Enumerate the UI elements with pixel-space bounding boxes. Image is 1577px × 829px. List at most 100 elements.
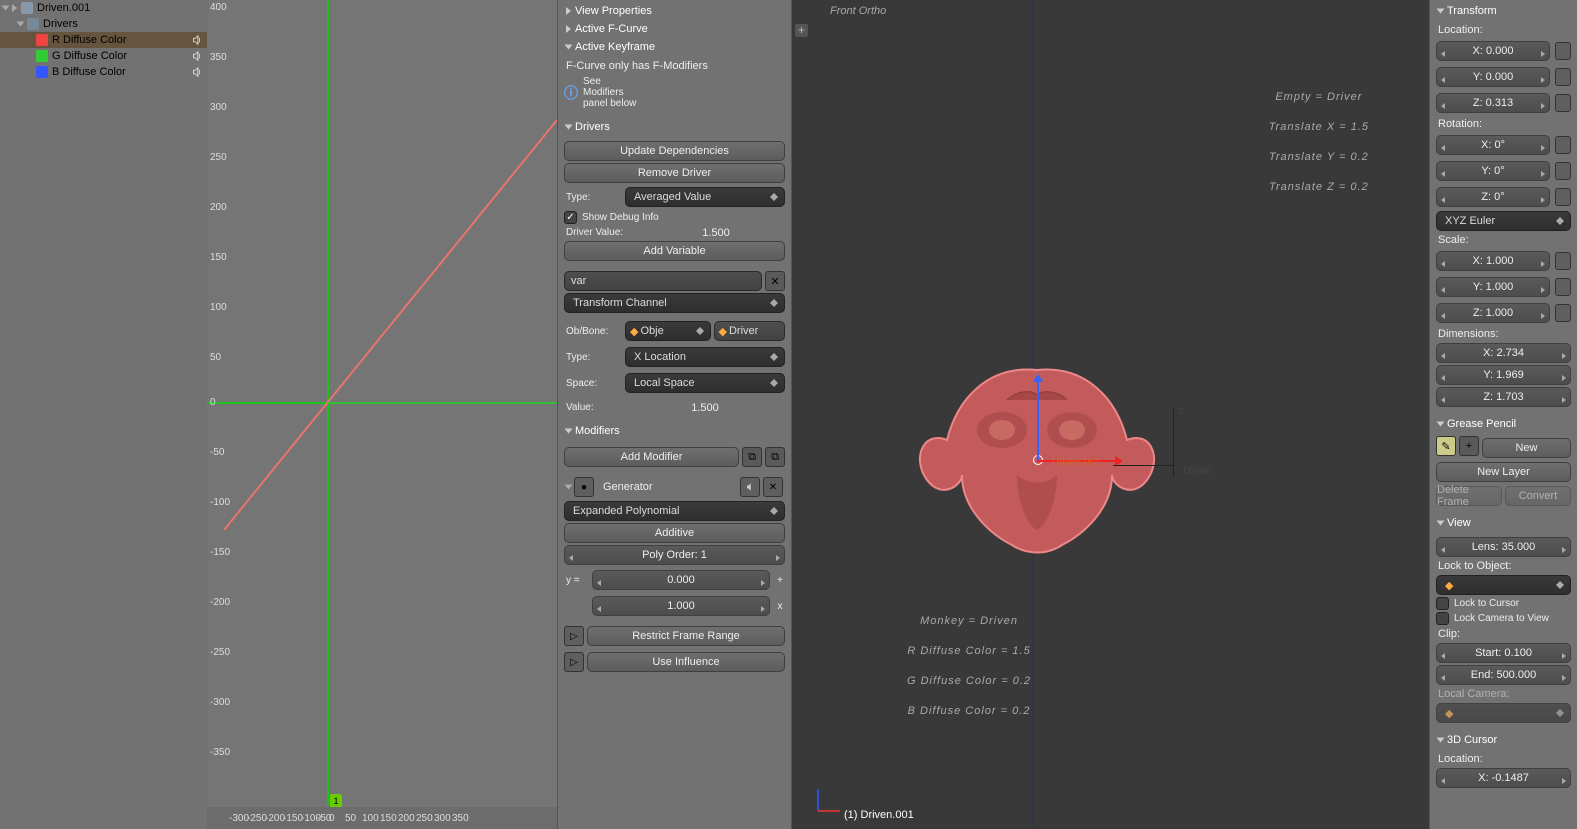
scale-y-field[interactable]: Y: 1.000 <box>1436 277 1550 297</box>
var-type-dropdown[interactable]: X Location <box>625 347 785 367</box>
restrict-range-button[interactable]: Restrict Frame Range <box>587 626 785 646</box>
add-variable-button[interactable]: Add Variable <box>564 241 785 261</box>
additive-toggle[interactable]: Additive <box>564 523 785 543</box>
keyframe-button[interactable] <box>1555 304 1571 322</box>
clip-end-field[interactable]: End: 500.000 <box>1436 665 1571 685</box>
scale-z-field[interactable]: Z: 1.000 <box>1436 303 1550 323</box>
x-tick: 100 <box>362 813 379 824</box>
dim-x-field[interactable]: X: 2.734 <box>1436 343 1571 363</box>
3d-viewport[interactable]: + Front Ortho Empty = Driver Translate X… <box>792 0 1429 829</box>
lock-cam-checkbox[interactable] <box>1436 612 1449 625</box>
panel-active-fcurve[interactable]: Active F-Curve <box>562 20 787 38</box>
keyframe-button[interactable] <box>1555 68 1571 86</box>
use-influence-button[interactable]: Use Influence <box>587 652 785 672</box>
plus-sign: + <box>773 574 785 587</box>
channel-b[interactable]: B Diffuse Color <box>0 64 207 80</box>
panel-modifiers[interactable]: Modifiers <box>562 422 787 440</box>
active-mod-icon[interactable]: ● <box>574 477 594 497</box>
channel-g[interactable]: G Diffuse Color <box>0 48 207 64</box>
expand-icon[interactable] <box>17 22 25 27</box>
gp-convert-button[interactable]: Convert <box>1505 486 1571 506</box>
keyframe-button[interactable] <box>1555 94 1571 112</box>
dim-z-field[interactable]: Z: 1.703 <box>1436 387 1571 407</box>
outliner-root[interactable]: Driven.001 <box>0 0 207 16</box>
root-label: Driven.001 <box>37 2 90 14</box>
add-modifier-button[interactable]: Add Modifier <box>564 447 739 467</box>
channel-r[interactable]: R Diffuse Color <box>0 32 207 48</box>
bone-input[interactable]: ◆Driver <box>714 321 786 341</box>
keyframe-button[interactable] <box>1555 162 1571 180</box>
panel-view-props[interactable]: View Properties <box>562 2 787 20</box>
panel-drivers[interactable]: Drivers <box>562 118 787 136</box>
loc-y-field[interactable]: Y: 0.000 <box>1436 67 1550 87</box>
dim-y-field[interactable]: Y: 1.969 <box>1436 365 1571 385</box>
keyframe-button[interactable] <box>1555 252 1571 270</box>
mute-mod-button[interactable] <box>740 477 760 497</box>
view-label: Front Ortho <box>830 5 886 17</box>
lock-cursor-checkbox[interactable] <box>1436 597 1449 610</box>
keyframe-button[interactable] <box>1555 278 1571 296</box>
poly-mode-dropdown[interactable]: Expanded Polynomial <box>564 501 785 521</box>
gp-new-button[interactable]: New <box>1482 438 1571 458</box>
local-cam-dropdown[interactable]: ◆ <box>1436 703 1571 723</box>
space-dropdown[interactable]: Local Space <box>625 373 785 393</box>
cursor-x-field[interactable]: X: -0.1487 <box>1436 768 1571 788</box>
rot-x-field[interactable]: X: 0° <box>1436 135 1550 155</box>
poly-order-field[interactable]: Poly Order: 1 <box>564 545 785 565</box>
outliner-group[interactable]: Drivers <box>0 16 207 32</box>
lock-cursor-row[interactable]: Lock to Cursor <box>1436 597 1571 610</box>
clip-start-field[interactable]: Start: 0.100 <box>1436 643 1571 663</box>
graph-editor[interactable]: 400 350 300 250 200 150 100 50 0 -50 -10… <box>207 0 557 829</box>
update-deps-button[interactable]: Update Dependencies <box>564 141 785 161</box>
show-debug-checkbox[interactable] <box>564 211 577 224</box>
var-name-input[interactable]: var <box>564 271 762 291</box>
expand-icon[interactable] <box>12 4 17 12</box>
var-kind-dropdown[interactable]: Transform Channel <box>564 293 785 313</box>
z-axis-arrow[interactable] <box>1037 380 1039 460</box>
delete-var-button[interactable]: ✕ <box>765 271 785 291</box>
scale-x-field[interactable]: X: 1.000 <box>1436 251 1550 271</box>
rot-z-field[interactable]: Z: 0° <box>1436 187 1550 207</box>
coef1-field[interactable]: 1.000 <box>592 596 770 616</box>
panel-transform[interactable]: Transform <box>1434 2 1573 20</box>
keyframe-button[interactable] <box>1555 188 1571 206</box>
gp-newlayer-button[interactable]: New Layer <box>1436 462 1571 482</box>
y-tick: -50 <box>210 447 224 458</box>
expand-icon[interactable] <box>2 6 10 11</box>
expand-influence-button[interactable]: ▷ <box>564 652 584 672</box>
y-tick: 0 <box>210 397 216 408</box>
gp-draw-button[interactable]: ✎ <box>1436 436 1456 456</box>
panel-grease-pencil[interactable]: Grease Pencil <box>1434 415 1573 433</box>
copy-mods-button[interactable]: ⧉ <box>742 447 762 467</box>
remove-driver-button[interactable]: Remove Driver <box>564 163 785 183</box>
y-tick: 100 <box>210 302 227 313</box>
panel-view[interactable]: View <box>1434 514 1573 532</box>
x-tick: -300 <box>229 813 249 824</box>
lock-cam-row[interactable]: Lock Camera to View <box>1436 612 1571 625</box>
object-dropdown[interactable]: ◆Obje <box>625 321 711 341</box>
show-debug-row[interactable]: Show Debug Info <box>564 211 785 224</box>
gp-add-button[interactable]: + <box>1459 436 1479 456</box>
chevron-down-icon[interactable] <box>565 485 573 490</box>
add-tab-button[interactable]: + <box>795 24 808 37</box>
driver-type-dropdown[interactable]: Averaged Value <box>625 187 785 207</box>
keyframe-button[interactable] <box>1555 136 1571 154</box>
delete-mod-button[interactable]: ✕ <box>763 477 783 497</box>
coef0-field[interactable]: 0.000 <box>592 570 770 590</box>
keyframe-button[interactable] <box>1555 42 1571 60</box>
speaker-icon[interactable] <box>190 33 204 47</box>
speaker-icon[interactable] <box>190 65 204 79</box>
loc-x-field[interactable]: X: 0.000 <box>1436 41 1550 61</box>
rotation-mode-dropdown[interactable]: XYZ Euler <box>1436 211 1571 231</box>
panel-active-keyframe[interactable]: Active Keyframe <box>562 38 787 56</box>
panel-3d-cursor[interactable]: 3D Cursor <box>1434 731 1573 749</box>
expand-restrict-button[interactable]: ▷ <box>564 626 584 646</box>
rot-y-field[interactable]: Y: 0° <box>1436 161 1550 181</box>
paste-mods-button[interactable]: ⧉ <box>765 447 785 467</box>
gp-delete-frame-button[interactable]: Delete Frame <box>1436 486 1502 506</box>
loc-z-field[interactable]: Z: 0.313 <box>1436 93 1550 113</box>
current-frame[interactable]: 1 <box>330 794 342 808</box>
lock-object-dropdown[interactable]: ◆ <box>1436 575 1571 595</box>
speaker-icon[interactable] <box>190 49 204 63</box>
lens-field[interactable]: Lens: 35.000 <box>1436 537 1571 557</box>
